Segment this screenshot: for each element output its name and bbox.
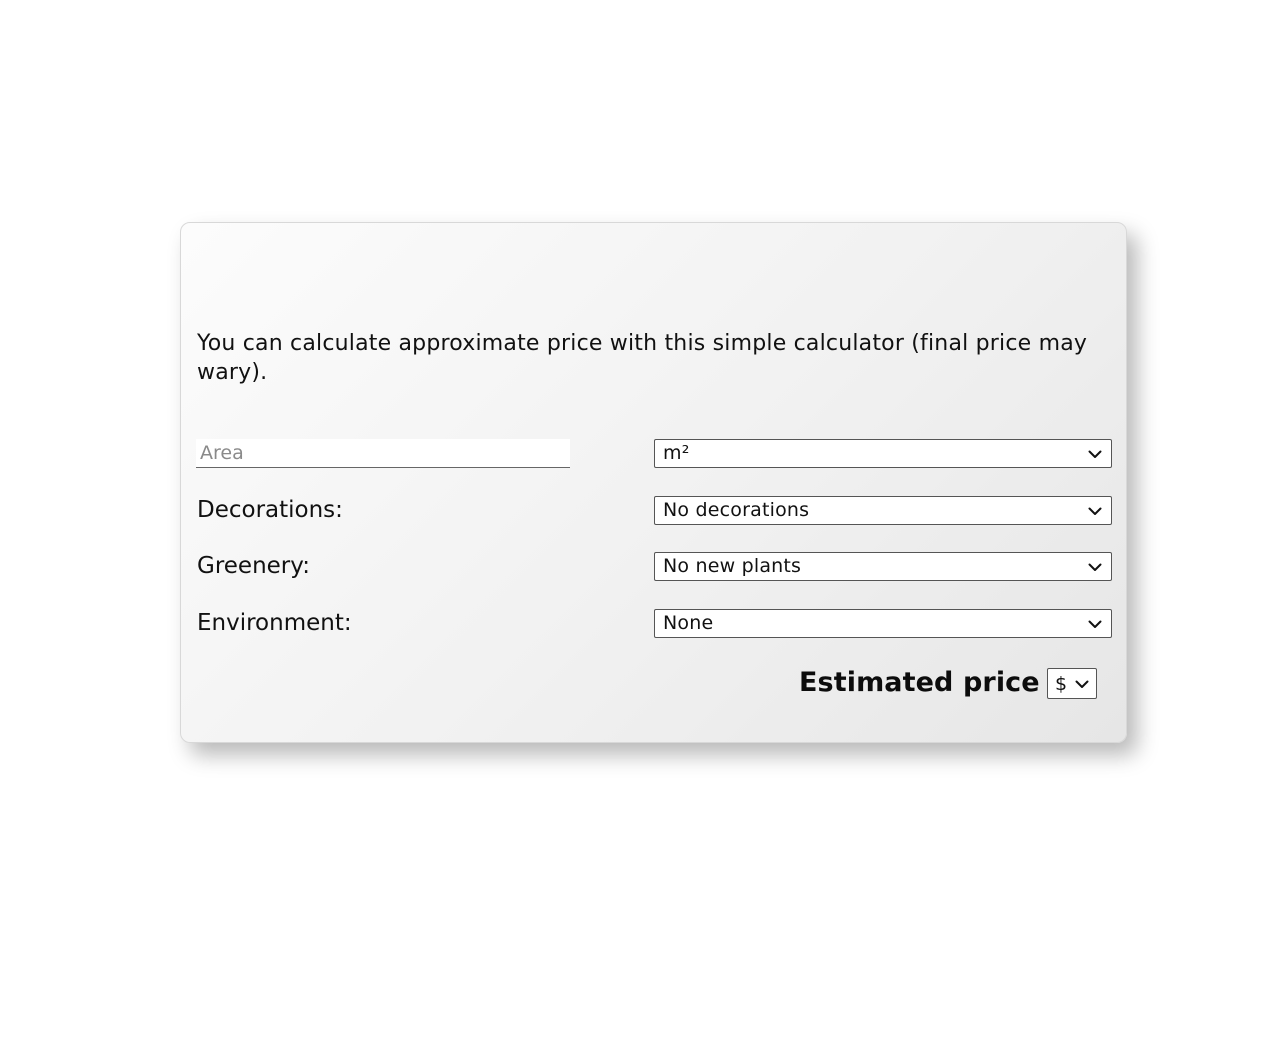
chevron-down-icon xyxy=(1074,676,1090,692)
chevron-down-icon xyxy=(1087,503,1103,519)
decorations-select[interactable]: No decorations xyxy=(654,496,1112,525)
estimated-price-label: Estimated price xyxy=(799,667,1040,698)
calculator-intro-text: You can calculate approximate price with… xyxy=(197,331,1088,385)
chevron-down-icon xyxy=(1087,616,1103,632)
greenery-value: No new plants xyxy=(663,555,802,577)
currency-select[interactable]: $ xyxy=(1047,668,1097,699)
area-input[interactable] xyxy=(196,439,570,468)
environment-label: Environment: xyxy=(197,610,352,636)
area-unit-select[interactable]: m² xyxy=(654,439,1112,468)
environment-select[interactable]: None xyxy=(654,609,1112,638)
decorations-label: Decorations: xyxy=(197,497,343,523)
greenery-select[interactable]: No new plants xyxy=(654,552,1112,581)
chevron-down-icon xyxy=(1087,559,1103,575)
chevron-down-icon xyxy=(1087,446,1103,462)
area-unit-value: m² xyxy=(663,442,690,464)
decorations-value: No decorations xyxy=(663,499,810,521)
price-calculator-card: You can calculate approximate price with… xyxy=(180,222,1127,743)
greenery-label: Greenery: xyxy=(197,553,310,579)
currency-value: $ xyxy=(1055,672,1068,695)
environment-value: None xyxy=(663,612,714,634)
